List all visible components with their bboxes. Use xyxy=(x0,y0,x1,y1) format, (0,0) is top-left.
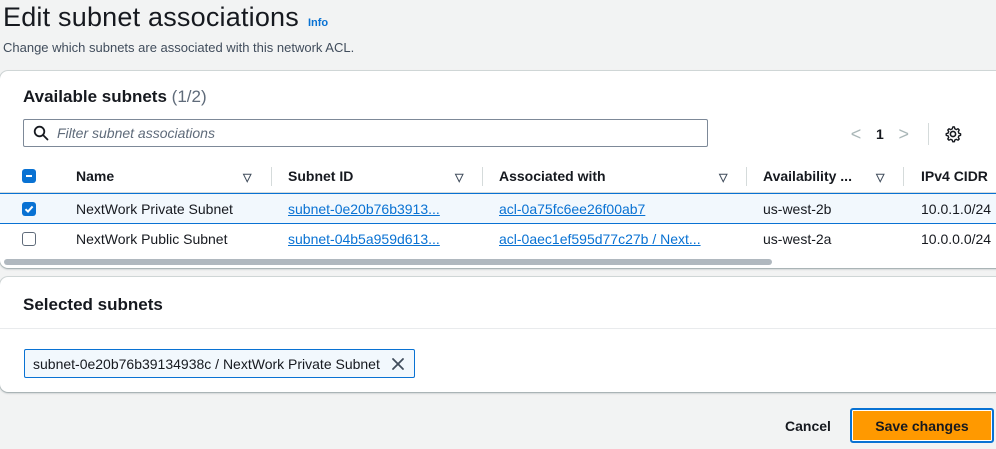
available-subnets-panel: Available subnets (1/2) < 1 > Name ▽ Sub… xyxy=(0,71,996,268)
column-divider xyxy=(903,167,904,186)
column-header-ipv4-cidr[interactable]: IPv4 CIDR xyxy=(921,160,996,192)
sort-icon[interactable]: ▽ xyxy=(243,171,251,184)
associated-acl-link[interactable]: acl-0aec1ef595d77c27b / Next... xyxy=(499,231,701,247)
table-row[interactable]: NextWork Public Subnet subnet-04b5a959d6… xyxy=(0,224,996,254)
section-divider xyxy=(0,328,996,329)
selected-subnet-token: subnet-0e20b76b39134938c / NextWork Priv… xyxy=(24,349,415,378)
checkbox-indeterminate-icon[interactable] xyxy=(22,169,36,183)
search-icon xyxy=(33,125,49,141)
select-all-cell xyxy=(22,160,38,192)
column-header-availability-zone[interactable]: Availability ... xyxy=(763,160,873,192)
page-title: Edit subnet associations xyxy=(3,2,299,32)
sort-icon[interactable]: ▽ xyxy=(876,171,884,184)
checkbox-unchecked-icon[interactable] xyxy=(22,232,36,246)
associated-acl-link[interactable]: acl-0a75fc6ee26f00ab7 xyxy=(499,201,645,217)
save-changes-button[interactable]: Save changes xyxy=(850,408,994,443)
row-subnet-id: subnet-04b5a959d613... xyxy=(288,224,468,254)
selected-subnets-panel: Selected subnets subnet-0e20b76b39134938… xyxy=(0,277,996,392)
selected-subnet-token-label: subnet-0e20b76b39134938c / NextWork Priv… xyxy=(33,355,380,372)
column-header-subnet-id[interactable]: Subnet ID xyxy=(288,160,468,192)
filter-subnets-input[interactable] xyxy=(57,125,657,141)
row-associated-with: acl-0aec1ef595d77c27b / Next... xyxy=(499,224,739,254)
available-subnets-count: (1/2) xyxy=(171,87,207,106)
chevron-left-icon[interactable]: < xyxy=(846,124,866,145)
close-icon[interactable] xyxy=(391,357,405,371)
page-description: Change which subnets are associated with… xyxy=(3,40,355,55)
available-subnets-title: Available subnets xyxy=(23,87,167,106)
sort-icon[interactable]: ▽ xyxy=(455,171,463,184)
table-header-row: Name ▽ Subnet ID ▽ Associated with ▽ Ava… xyxy=(0,160,996,193)
column-header-name[interactable]: Name xyxy=(76,160,266,192)
column-divider xyxy=(746,167,747,186)
chevron-right-icon[interactable]: > xyxy=(894,124,914,145)
page-number-button[interactable]: 1 xyxy=(876,126,884,142)
column-divider xyxy=(271,167,272,186)
available-subnets-header: Available subnets (1/2) xyxy=(23,87,207,107)
row-subnet-id: subnet-0e20b76b3913... xyxy=(288,194,468,223)
page-title-row: Edit subnet associations Info xyxy=(3,2,328,33)
selected-subnets-title: Selected subnets xyxy=(23,295,163,314)
row-availability-zone: us-west-2a xyxy=(763,231,832,247)
row-availability-zone: us-west-2b xyxy=(763,200,832,217)
filter-subnets-input-wrapper[interactable] xyxy=(23,119,708,147)
row-checkbox-cell xyxy=(22,224,38,254)
pagination-divider xyxy=(927,123,929,145)
row-associated-with: acl-0a75fc6ee26f00ab7 xyxy=(499,194,739,223)
row-ipv4-cidr: 10.0.0.0/24 xyxy=(921,231,992,247)
row-name: NextWork Public Subnet xyxy=(76,231,228,247)
row-name: NextWork Private Subnet xyxy=(76,200,233,217)
row-checkbox-cell xyxy=(22,194,38,223)
column-header-associated-with[interactable]: Associated with xyxy=(499,160,739,192)
table-row[interactable]: NextWork Private Subnet subnet-0e20b76b3… xyxy=(0,193,996,224)
subnet-id-link[interactable]: subnet-0e20b76b3913... xyxy=(288,201,440,217)
checkbox-checked-icon[interactable] xyxy=(22,201,36,216)
horizontal-scrollbar[interactable] xyxy=(4,259,772,265)
pagination: < 1 > xyxy=(846,123,962,145)
sort-icon[interactable]: ▽ xyxy=(719,171,727,184)
subnet-id-link[interactable]: subnet-04b5a959d613... xyxy=(288,231,440,247)
row-ipv4-cidr: 10.0.1.0/24 xyxy=(921,200,992,217)
cancel-button[interactable]: Cancel xyxy=(770,408,846,443)
settings-gear-icon[interactable] xyxy=(944,125,962,143)
info-link[interactable]: Info xyxy=(308,17,328,29)
column-divider xyxy=(482,167,483,186)
